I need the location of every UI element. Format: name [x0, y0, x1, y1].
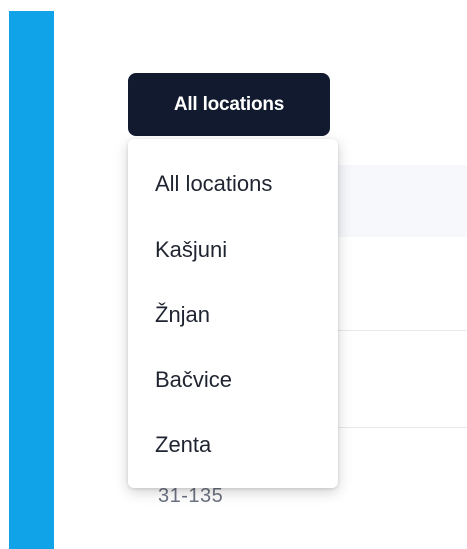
location-filter-label: All locations [173, 93, 285, 115]
sidebar-accent-strip [9, 11, 54, 549]
menu-item-label: Bačvice [155, 366, 233, 392]
table-cell-partial: 31-135 [158, 485, 224, 507]
screen: 31-135 All locations All locations Kašju… [0, 0, 467, 549]
menu-item-znjan[interactable]: Žnjan [128, 282, 338, 347]
menu-item-bacvice[interactable]: Bačvice [128, 347, 338, 412]
menu-item-zenta[interactable]: Zenta [128, 412, 338, 477]
menu-item-label: Žnjan [155, 301, 211, 327]
menu-item-label: Zenta [155, 431, 212, 457]
menu-item-all-locations[interactable]: All locations [128, 151, 338, 217]
location-dropdown-menu: All locations Kašjuni Žnjan Bačvice Zent… [128, 139, 338, 488]
location-filter-button[interactable]: All locations [128, 73, 330, 136]
menu-item-label: Kašjuni [155, 236, 228, 262]
menu-item-label: All locations [155, 171, 273, 196]
menu-item-kasjuni[interactable]: Kašjuni [128, 217, 338, 282]
